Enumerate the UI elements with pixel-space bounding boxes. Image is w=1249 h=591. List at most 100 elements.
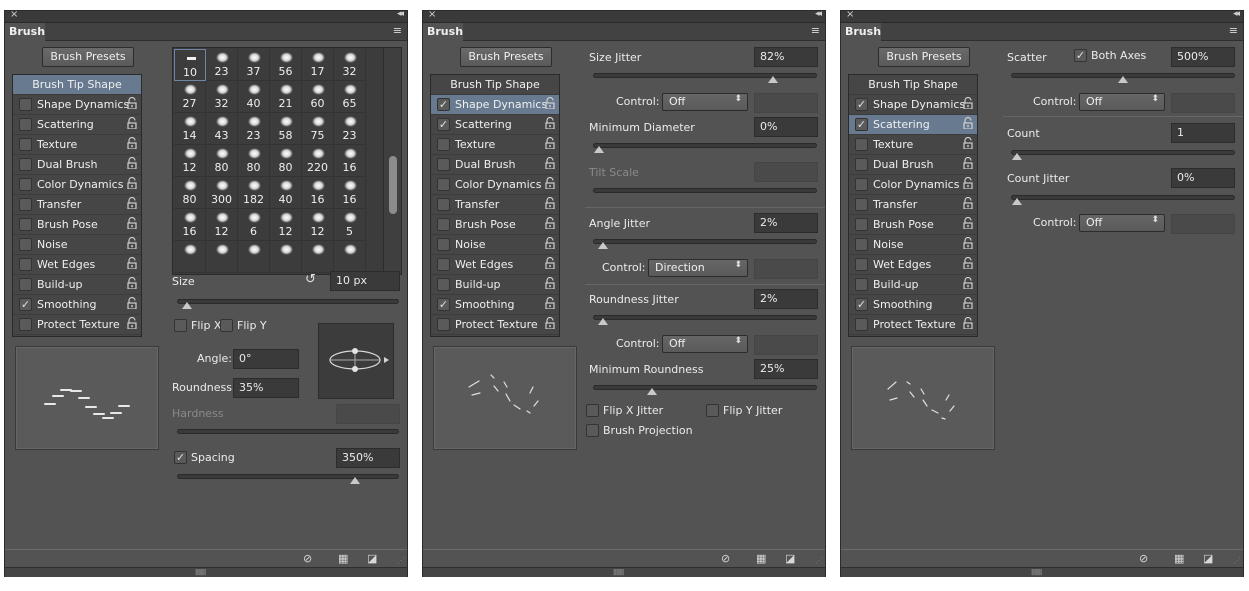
create-new-brush-icon[interactable]: ◪ <box>1203 552 1213 565</box>
minimum-diameter-slider[interactable] <box>593 143 817 153</box>
brush-tip-cell[interactable] <box>174 241 206 273</box>
lock-icon[interactable] <box>963 136 973 152</box>
brush-tip-cell[interactable]: 56 <box>270 49 302 81</box>
lock-icon[interactable] <box>545 196 555 212</box>
lock-icon[interactable] <box>545 176 555 192</box>
lock-icon[interactable] <box>963 96 973 112</box>
lock-icon[interactable] <box>127 296 137 312</box>
lock-icon[interactable] <box>545 276 555 292</box>
smoothing-checkbox[interactable]: ✓ <box>437 298 450 311</box>
wet-edges-checkbox[interactable] <box>19 258 32 271</box>
open-preset-manager-icon[interactable]: ▦ <box>338 552 348 565</box>
dual-brush-checkbox[interactable] <box>437 158 450 171</box>
list-item-smoothing[interactable]: ✓ Smoothing <box>431 295 559 315</box>
list-item-scattering[interactable]: ✓ Scattering <box>431 115 559 135</box>
list-item-protect-texture[interactable]: Protect Texture <box>13 315 141 335</box>
close-icon[interactable]: × <box>10 9 18 20</box>
angle-jitter-control-select[interactable]: Direction ⬍ <box>648 259 748 277</box>
transfer-checkbox[interactable] <box>437 198 450 211</box>
brush-tip-cell[interactable]: 17 <box>302 49 334 81</box>
scatter-slider[interactable] <box>1011 73 1235 83</box>
lock-icon[interactable] <box>545 236 555 252</box>
angle-roundness-proxy[interactable] <box>318 323 394 399</box>
shape-dynamics-checkbox[interactable]: ✓ <box>437 98 450 111</box>
list-item-texture[interactable]: Texture <box>13 135 141 155</box>
brush-tip-cell[interactable]: 65 <box>334 81 366 113</box>
brush-tip-cell[interactable]: 43 <box>206 113 238 145</box>
size-jitter-control-select[interactable]: Off ⬍ <box>662 93 748 111</box>
protect-texture-checkbox[interactable] <box>19 318 32 331</box>
protect-texture-checkbox[interactable] <box>437 318 450 331</box>
lock-icon[interactable] <box>127 256 137 272</box>
list-item-wet-edges[interactable]: Wet Edges <box>13 255 141 275</box>
lock-icon[interactable] <box>127 116 137 132</box>
size-slider[interactable] <box>177 299 399 309</box>
list-item-noise[interactable]: Noise <box>431 235 559 255</box>
brush-tip-cell[interactable]: 58 <box>270 113 302 145</box>
size-jitter-slider[interactable] <box>593 73 817 83</box>
panel-menu-icon[interactable]: ≡ <box>1229 24 1238 37</box>
minimum-roundness-slider-knob[interactable] <box>647 388 657 395</box>
brush-tip-cell[interactable]: 300 <box>206 177 238 209</box>
brush-tip-cell[interactable]: 10 <box>174 49 206 81</box>
minimum-roundness-slider[interactable] <box>593 385 817 395</box>
list-item-noise[interactable]: Noise <box>849 235 977 255</box>
list-item-smoothing[interactable]: ✓ Smoothing <box>13 295 141 315</box>
lock-icon[interactable] <box>127 276 137 292</box>
grid-scroll-thumb[interactable] <box>389 156 397 214</box>
brush-tip-cell[interactable]: 60 <box>302 81 334 113</box>
panel-titlebar[interactable]: × ◂◂ <box>841 9 1243 23</box>
lock-icon[interactable] <box>545 316 555 332</box>
brush-tip-cell[interactable]: 14 <box>174 113 206 145</box>
smoothing-checkbox[interactable]: ✓ <box>855 298 868 311</box>
lock-icon[interactable] <box>545 136 555 152</box>
toggle-live-tip-preview-icon[interactable]: ⊘ <box>1139 552 1148 565</box>
color-dynamics-checkbox[interactable] <box>19 178 32 191</box>
lock-icon[interactable] <box>127 316 137 332</box>
count-jitter-field[interactable]: 0% <box>1171 168 1235 188</box>
brush-presets-button[interactable]: Brush Presets <box>878 47 970 67</box>
list-item-brush-pose[interactable]: Brush Pose <box>13 215 141 235</box>
list-item-transfer[interactable]: Transfer <box>849 195 977 215</box>
spacing-slider[interactable] <box>177 474 399 484</box>
close-icon[interactable]: × <box>428 9 436 20</box>
lock-icon[interactable] <box>545 296 555 312</box>
list-item-shape-dynamics[interactable]: ✓ Shape Dynamics <box>849 95 977 115</box>
size-field[interactable]: 10 px <box>330 271 400 291</box>
minimum-diameter-field[interactable]: 0% <box>754 117 818 137</box>
lock-icon[interactable] <box>127 236 137 252</box>
brush-tip-cell[interactable]: 5 <box>334 209 366 241</box>
brush-tip-cell[interactable]: 16 <box>174 209 206 241</box>
brush-tip-cell[interactable]: 37 <box>238 49 270 81</box>
brush-tip-cell[interactable]: 32 <box>206 81 238 113</box>
lock-icon[interactable] <box>963 116 973 132</box>
brush-tip-cell[interactable]: 80 <box>206 145 238 177</box>
lock-icon[interactable] <box>127 156 137 172</box>
flip-y-jitter-checkbox[interactable] <box>706 404 719 417</box>
lock-icon[interactable] <box>963 316 973 332</box>
brush-tip-cell[interactable] <box>302 241 334 273</box>
size-jitter-field[interactable]: 82% <box>754 47 818 67</box>
texture-checkbox[interactable] <box>19 138 32 151</box>
brush-pose-checkbox[interactable] <box>855 218 868 231</box>
list-item-brush-pose[interactable]: Brush Pose <box>849 215 977 235</box>
brush-presets-button[interactable]: Brush Presets <box>460 47 552 67</box>
protect-texture-checkbox[interactable] <box>855 318 868 331</box>
minimum-roundness-field[interactable]: 25% <box>754 359 818 379</box>
brush-tip-cell[interactable]: 27 <box>174 81 206 113</box>
list-item-transfer[interactable]: Transfer <box>431 195 559 215</box>
brush-tip-cell[interactable]: 40 <box>270 177 302 209</box>
list-item-shape-dynamics[interactable]: ✓ Shape Dynamics <box>431 95 559 115</box>
drag-grip-icon[interactable]: |||||||||| <box>613 569 624 576</box>
dual-brush-checkbox[interactable] <box>855 158 868 171</box>
scattering-checkbox[interactable] <box>19 118 32 131</box>
toggle-live-tip-preview-icon[interactable]: ⊘ <box>721 552 730 565</box>
transfer-checkbox[interactable] <box>19 198 32 211</box>
list-item-shape-dynamics[interactable]: Shape Dynamics <box>13 95 141 115</box>
lock-icon[interactable] <box>127 136 137 152</box>
brush-tip-cell[interactable]: 23 <box>206 49 238 81</box>
size-jitter-slider-knob[interactable] <box>767 76 778 83</box>
both-axes-checkbox[interactable]: ✓ <box>1074 49 1087 62</box>
count-jitter-slider-knob[interactable] <box>1012 198 1022 205</box>
spacing-slider-knob[interactable] <box>350 477 361 484</box>
